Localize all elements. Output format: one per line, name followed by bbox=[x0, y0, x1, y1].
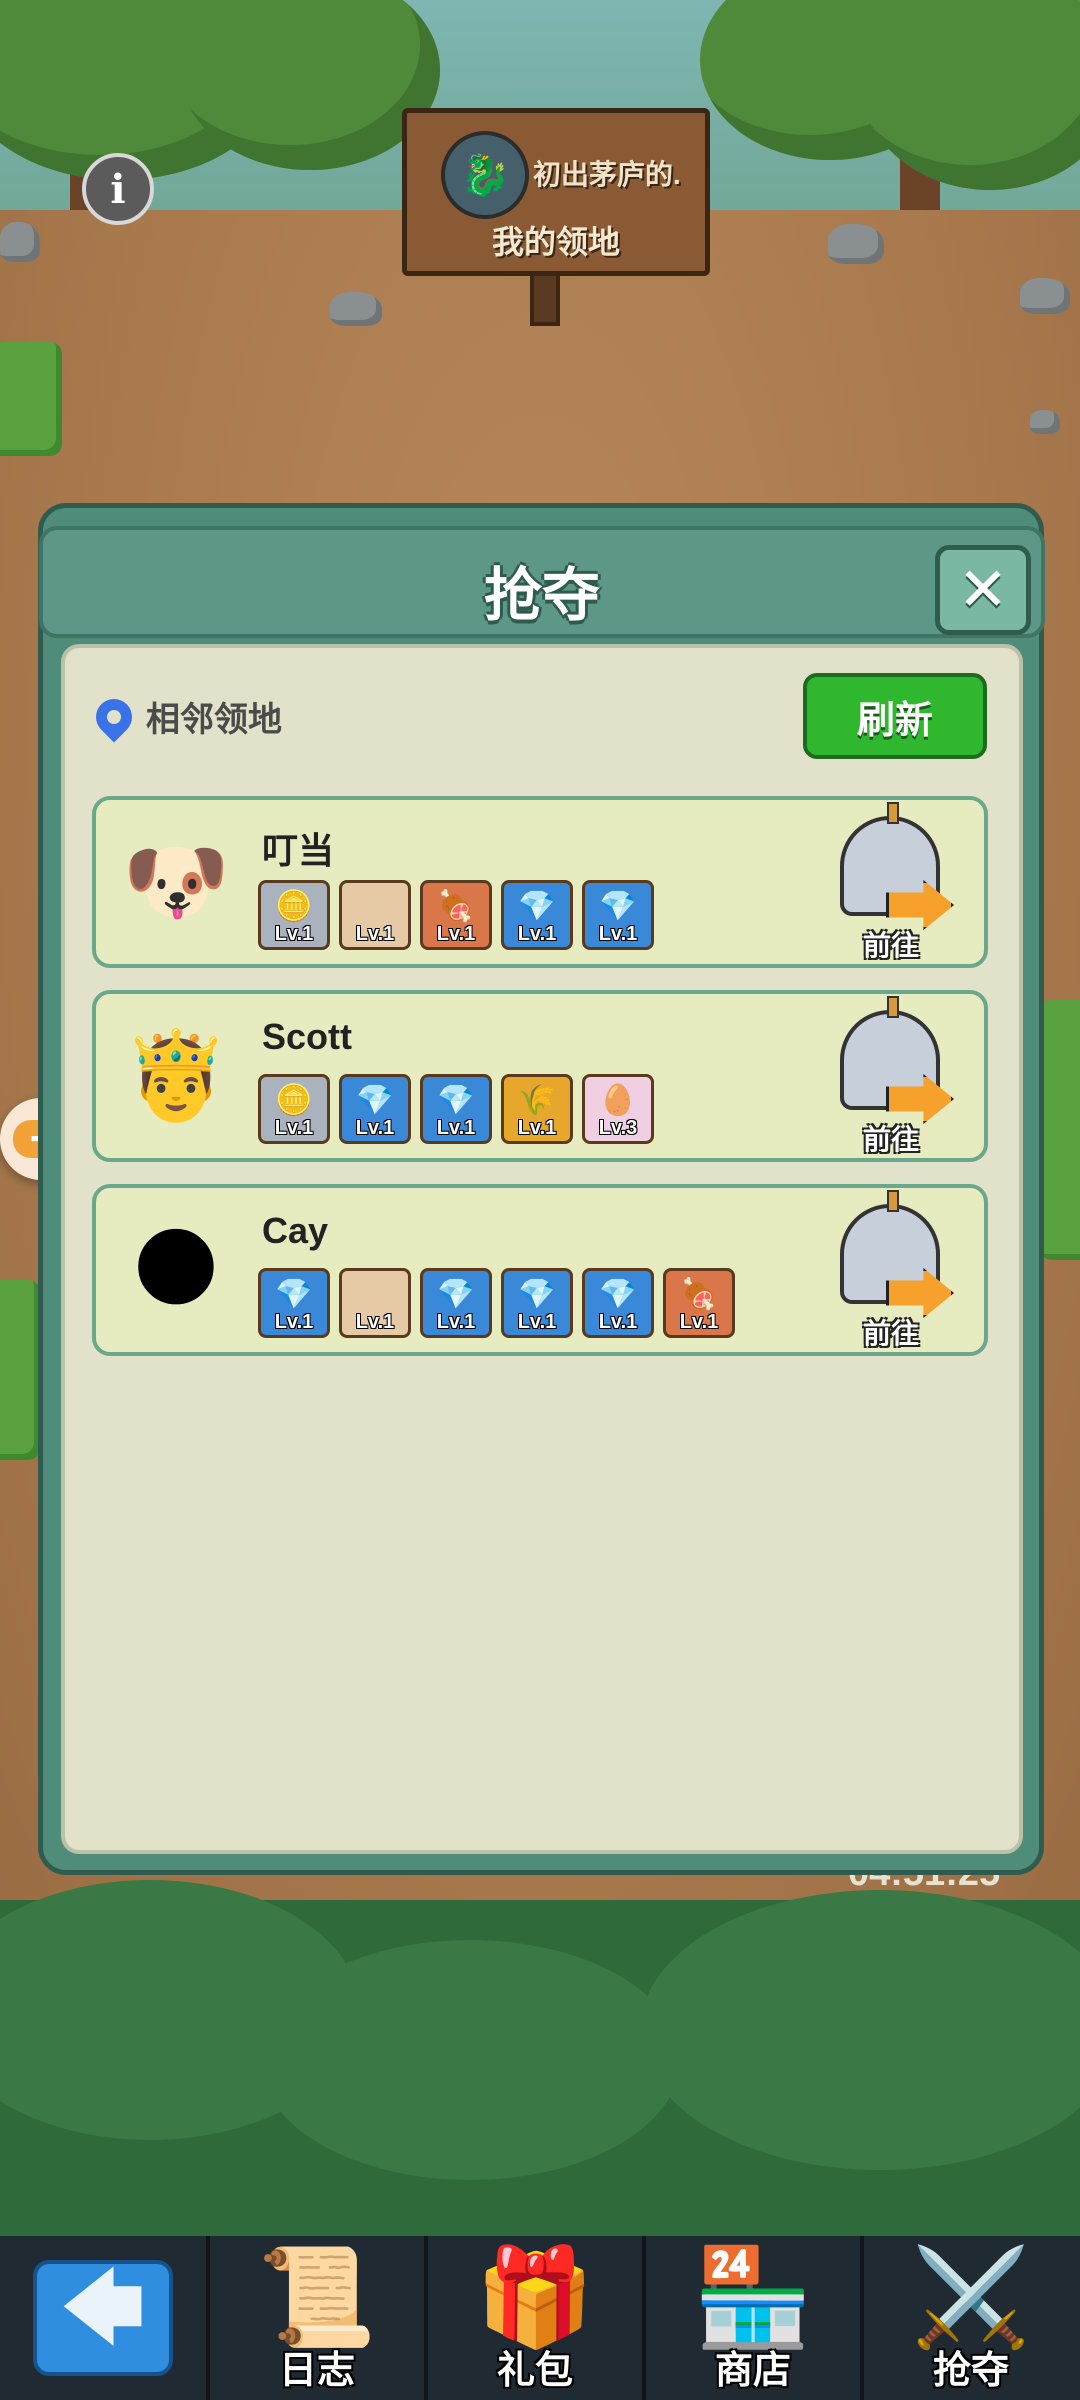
nav-plunder[interactable]: ⚔️ 抢夺 bbox=[860, 2236, 1078, 2400]
crystal-resource-icon[interactable]: 💎 Lv.1 bbox=[339, 1074, 411, 1144]
bush-area bbox=[0, 1880, 1080, 2240]
dark-moon-avatar: 🌑 bbox=[131, 1221, 221, 1317]
golden-helmet-warrior-avatar: 🤴 bbox=[122, 1027, 230, 1124]
goto-button[interactable]: 前往 bbox=[826, 802, 956, 964]
crystal-resource-icon[interactable]: 💎 Lv.1 bbox=[420, 1074, 492, 1144]
crystal-resource-icon[interactable]: 💎 Lv.1 bbox=[258, 1268, 330, 1338]
modal-title: 抢夺 bbox=[483, 563, 600, 628]
rock bbox=[0, 222, 40, 262]
back-arrow-icon: 🡄 bbox=[61, 2263, 145, 2352]
goto-button[interactable]: 前往 bbox=[826, 1190, 956, 1352]
nav-gift[interactable]: 🎁 礼包 bbox=[424, 2236, 642, 2400]
back-nav: 🡄 bbox=[0, 2236, 206, 2400]
grass-tile bbox=[1040, 1000, 1080, 1260]
nav-label: 抢夺 bbox=[932, 2350, 1009, 2392]
location-pin-icon bbox=[88, 691, 140, 742]
silver-resource-icon[interactable]: 🪙 Lv.1 bbox=[258, 1074, 330, 1144]
crossed-swords-icon: ⚔️ bbox=[911, 2244, 1031, 2351]
rock bbox=[1020, 278, 1070, 314]
grass-tile bbox=[0, 342, 62, 456]
gift-pot-icon: 🎁 bbox=[475, 2244, 595, 2351]
back-button[interactable]: 🡄 bbox=[33, 2260, 173, 2376]
nav-label: 礼包 bbox=[496, 2350, 573, 2392]
egg-resource-icon[interactable]: 🥚 Lv.3 bbox=[582, 1074, 654, 1144]
cloth-resource-icon[interactable]: Lv.1 bbox=[339, 880, 411, 950]
silver-resource-icon[interactable]: 🪙 Lv.1 bbox=[258, 880, 330, 950]
player-name: 叮当 bbox=[262, 830, 335, 871]
meat-resource-icon[interactable]: 🍖 Lv.1 bbox=[420, 880, 492, 950]
resource-list: 🪙 Lv.1 💎 Lv.1 💎 Lv.1 🌾 Lv.1 🥚 Lv.3 bbox=[258, 1074, 654, 1144]
grass-tile bbox=[0, 1280, 40, 1460]
crystal-resource-icon[interactable]: 💎 Lv.1 bbox=[582, 880, 654, 950]
goto-label: 前往 bbox=[862, 930, 919, 961]
close-button[interactable]: ✕ bbox=[935, 545, 1031, 635]
nav-label: 商店 bbox=[714, 2350, 791, 2392]
goto-label: 前往 bbox=[862, 1124, 919, 1155]
info-icon[interactable]: i bbox=[82, 153, 154, 225]
modal-header: 抢夺 ✕ bbox=[39, 526, 1045, 638]
crystal-resource-icon[interactable]: 💎 Lv.1 bbox=[420, 1268, 492, 1338]
rock bbox=[828, 224, 884, 264]
player-card[interactable]: 🤴 Scott 🪙 Lv.1 💎 Lv.1 💎 Lv.1 🌾 Lv.1 🥚 Lv.3 前往 bbox=[92, 990, 988, 1162]
wheat-resource-icon[interactable]: 🌾 Lv.1 bbox=[501, 1074, 573, 1144]
player-name: Cay bbox=[262, 1210, 329, 1251]
shop-icon: 🏪 bbox=[693, 2244, 813, 2351]
crystal-resource-icon[interactable]: 💎 Lv.1 bbox=[582, 1268, 654, 1338]
nav-label: 日志 bbox=[278, 2350, 355, 2392]
fox-dog-avatar: 🐶 bbox=[122, 833, 230, 930]
close-icon: ✕ bbox=[957, 556, 1009, 623]
resource-list: 💎 Lv.1 Lv.1 💎 Lv.1 💎 Lv.1 💎 Lv.1 🍖 Lv.1 bbox=[258, 1268, 735, 1338]
sign-title: 我的领地 bbox=[491, 224, 620, 260]
rock bbox=[1030, 410, 1060, 434]
crystal-resource-icon[interactable]: 💎 Lv.1 bbox=[501, 880, 573, 950]
sign-post bbox=[530, 276, 560, 326]
scroll-icon: 📜 bbox=[257, 2244, 377, 2351]
rock bbox=[330, 292, 382, 326]
cloth-resource-icon[interactable]: Lv.1 bbox=[339, 1268, 411, 1338]
location-filter: 相邻领地 bbox=[88, 691, 282, 742]
refresh-button[interactable]: 刷新 bbox=[803, 673, 987, 759]
player-card[interactable]: 🌑 Cay 💎 Lv.1 Lv.1 💎 Lv.1 💎 Lv.1 💎 Lv.1 🍖 Lv.1… bbox=[92, 1184, 988, 1356]
player-name: Scott bbox=[262, 1016, 352, 1057]
goto-label: 前往 bbox=[862, 1318, 919, 1349]
resource-list: 🪙 Lv.1 Lv.1 🍖 Lv.1 💎 Lv.1 💎 Lv.1 bbox=[258, 880, 654, 950]
territory-signboard[interactable]: 🐉 初出茅庐的. 我的领地 bbox=[402, 108, 710, 276]
nav-log[interactable]: 📜 日志 bbox=[206, 2236, 424, 2400]
goto-button[interactable]: 前往 bbox=[826, 996, 956, 1158]
location-label: 相邻领地 bbox=[146, 701, 282, 739]
sign-player-name: 初出茅庐的. bbox=[533, 159, 681, 190]
player-avatar-icon: 🐉 bbox=[441, 131, 529, 219]
bottom-nav: 🡄 📜 日志 🎁 礼包 🏪 商店 ⚔️ 抢夺 bbox=[0, 2236, 1080, 2400]
crystal-resource-icon[interactable]: 💎 Lv.1 bbox=[501, 1268, 573, 1338]
player-card[interactable]: 🐶 叮当 🪙 Lv.1 Lv.1 🍖 Lv.1 💎 Lv.1 💎 Lv.1 前往 bbox=[92, 796, 988, 968]
nav-shop[interactable]: 🏪 商店 bbox=[642, 2236, 860, 2400]
meat-resource-icon[interactable]: 🍖 Lv.1 bbox=[663, 1268, 735, 1338]
